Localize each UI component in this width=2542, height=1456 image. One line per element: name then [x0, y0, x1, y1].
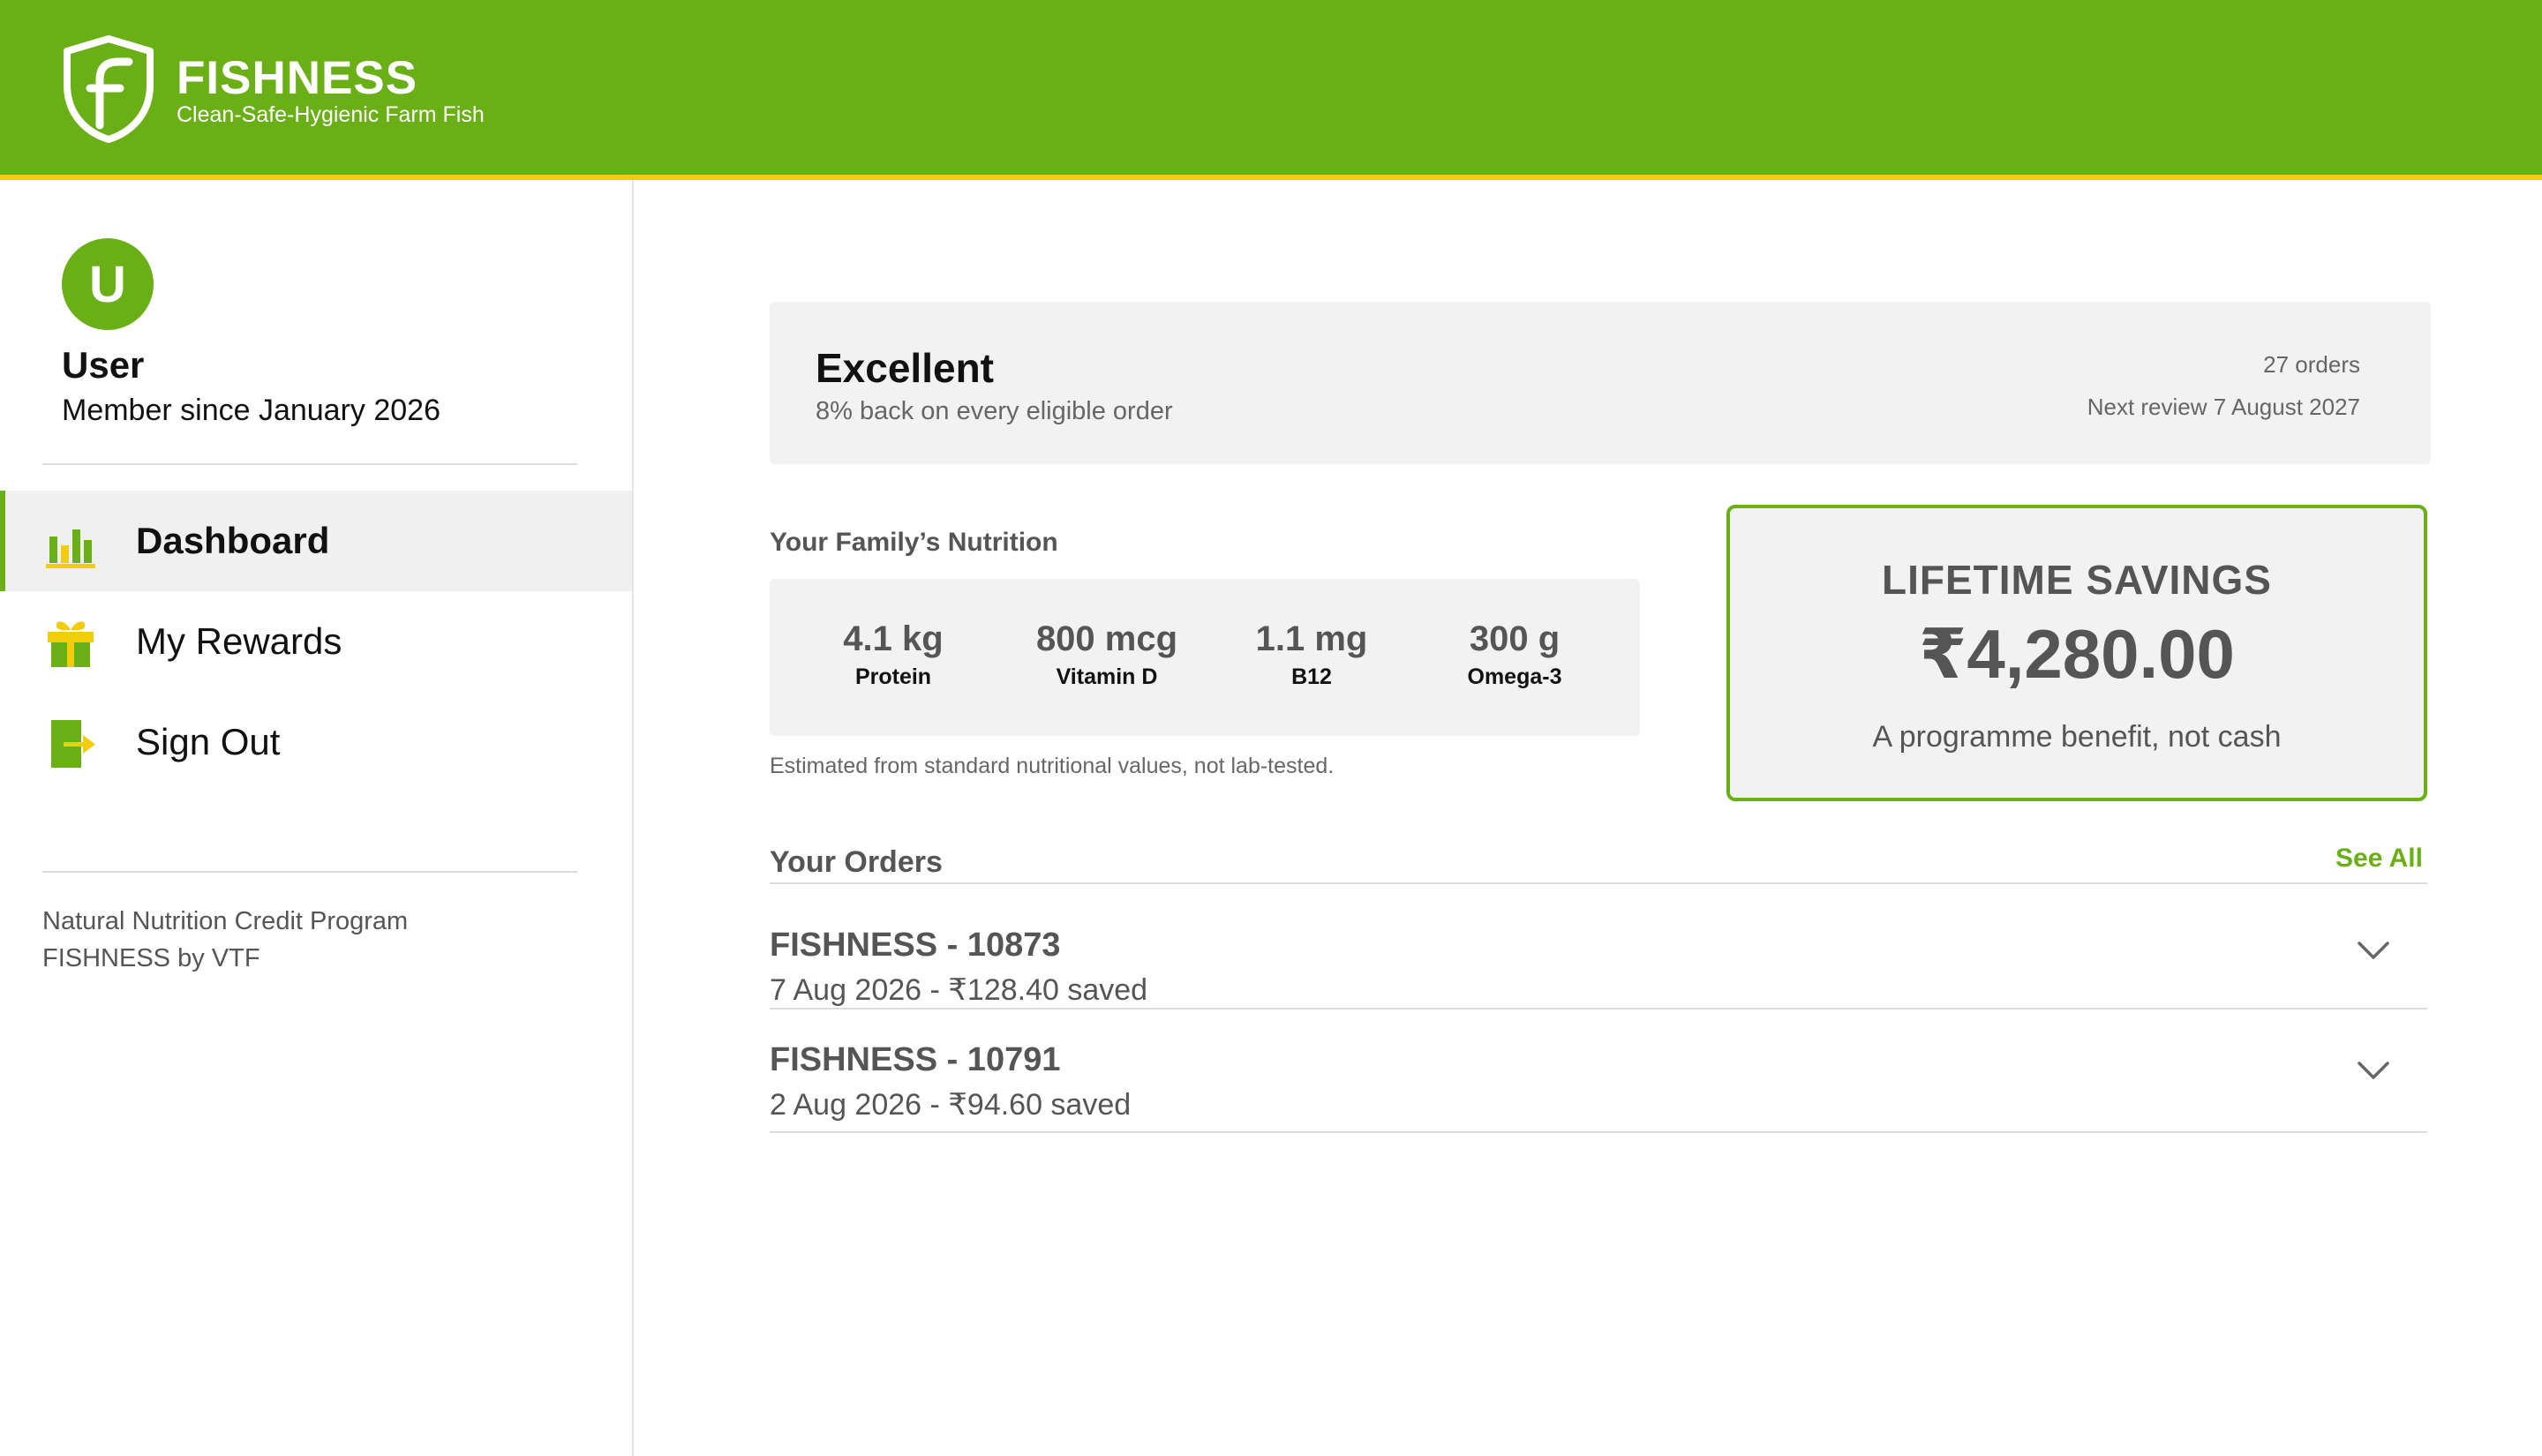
program-by-line: FISHNESS by VTF — [42, 944, 260, 972]
bar-chart-icon — [46, 529, 95, 568]
sidebar-item-label: Dashboard — [136, 520, 330, 561]
nutrition-item-b12: 1.1 mg B12 — [1215, 619, 1409, 690]
savings-note: A programme benefit, not cash — [1872, 720, 2282, 754]
nutrition-panel: 4.1 kg Protein 800 mcg Vitamin D 1.1 mg … — [770, 579, 1640, 736]
sidebar-item-label: My Rewards — [136, 620, 342, 662]
sign-out-icon — [51, 720, 95, 768]
sidebar-item-my-rewards[interactable]: My Rewards — [0, 591, 632, 692]
nutrition-label: B12 — [1291, 664, 1332, 689]
nutrition-item-vitamin-d: 800 mcg Vitamin D — [1010, 619, 1204, 690]
tier-orders-count: 27 orders — [2263, 351, 2360, 378]
tier-name: Excellent — [816, 345, 994, 391]
sidebar-divider — [42, 463, 577, 465]
chevron-down-icon[interactable] — [2357, 1059, 2390, 1082]
nutrition-item-protein: 4.1 kg Protein — [796, 619, 990, 690]
sidebar-divider — [42, 871, 577, 873]
order-meta: 7 Aug 2026 - ₹128.40 saved — [770, 973, 1148, 1007]
nutrition-value: 4.1 kg — [843, 619, 944, 658]
nutrition-label: Protein — [854, 664, 932, 689]
savings-amount: ₹4,280.00 — [1919, 615, 2235, 693]
sidebar: U User Member since January 2026 Dashboa… — [0, 180, 634, 1456]
tier-description: 8% back on every eligible order — [816, 397, 1173, 425]
nutrition-label: Omega-3 — [1467, 664, 1562, 689]
brand-name: FISHNESS — [177, 52, 418, 104]
member-since: Member since January 2026 — [62, 394, 441, 427]
tier-card: Excellent 8% back on every eligible orde… — [770, 302, 2431, 464]
order-title: FISHNESS - 10873 — [770, 927, 1061, 964]
lifetime-savings-card: LIFETIME SAVINGS ₹4,280.00 A programme b… — [1726, 505, 2427, 801]
nutrition-item-omega-3: 300 g Omega-3 — [1418, 619, 1612, 690]
brand-tagline: Clean-Safe-Hygienic Farm Fish — [177, 102, 485, 127]
avatar: U — [62, 238, 154, 330]
program-name: Natural Nutrition Credit Program — [42, 907, 409, 935]
order-meta: 2 Aug 2026 - ₹94.60 saved — [770, 1088, 1132, 1122]
nutrition-value: 800 mcg — [1035, 619, 1178, 658]
order-title: FISHNESS - 10791 — [770, 1041, 1061, 1078]
nutrition-disclaimer: Estimated from standard nutritional valu… — [770, 754, 1335, 778]
user-name: User — [62, 344, 145, 386]
shield-f-logo-icon — [64, 35, 154, 143]
nutrition-value: 300 g — [1469, 619, 1561, 658]
order-row[interactable]: FISHNESS - 10791 2 Aug 2026 - ₹94.60 sav… — [770, 1009, 2427, 1133]
sidebar-item-label: Sign Out — [136, 721, 281, 762]
tier-next-review: Next review 7 August 2027 — [2087, 394, 2360, 420]
orders-divider — [770, 882, 2427, 884]
chevron-down-icon[interactable] — [2357, 939, 2390, 962]
nutrition-title: Your Family’s Nutrition — [770, 528, 1058, 557]
gift-icon — [48, 621, 94, 667]
nutrition-value: 1.1 mg — [1255, 619, 1368, 658]
orders-title: Your Orders — [770, 845, 943, 879]
order-row[interactable]: FISHNESS - 10873 7 Aug 2026 - ₹128.40 sa… — [770, 895, 2427, 1009]
savings-title: LIFETIME SAVINGS — [1882, 557, 2272, 603]
see-all-link[interactable]: See All — [2335, 844, 2423, 874]
sidebar-item-dashboard[interactable]: Dashboard — [0, 491, 632, 591]
nutrition-label: Vitamin D — [1056, 664, 1158, 689]
top-header-bar: FISHNESS Clean-Safe-Hygienic Farm Fish — [0, 0, 2542, 175]
sidebar-item-sign-out[interactable]: Sign Out — [0, 692, 632, 792]
